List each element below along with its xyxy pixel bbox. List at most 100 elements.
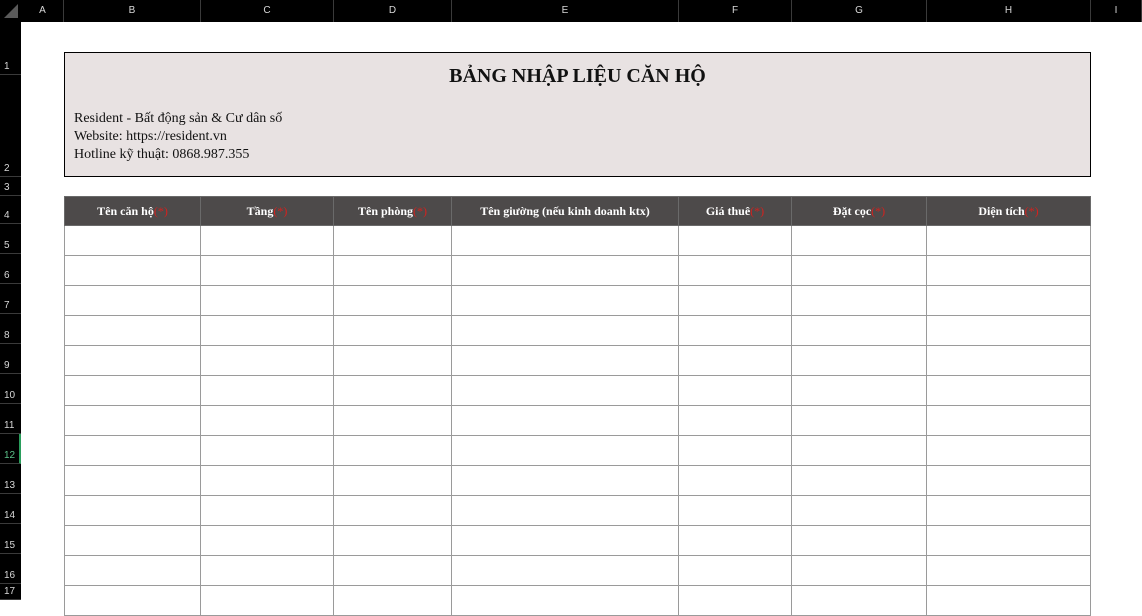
input-cell[interactable] (200, 585, 334, 616)
input-cell[interactable] (333, 225, 452, 256)
column-header-cell[interactable]: Tên phòng(*) (333, 196, 452, 226)
column-header-cell[interactable]: Giá thuê(*) (678, 196, 792, 226)
input-cell[interactable] (926, 435, 1091, 466)
input-cell[interactable] (64, 435, 201, 466)
input-cell[interactable] (64, 345, 201, 376)
input-cell[interactable] (200, 255, 334, 286)
column-header-i[interactable]: I (1091, 0, 1142, 22)
input-cell[interactable] (333, 435, 452, 466)
row-header-4[interactable]: 4 (0, 196, 21, 224)
input-cell[interactable] (451, 255, 679, 286)
input-cell[interactable] (451, 315, 679, 346)
input-cell[interactable] (791, 315, 927, 346)
row-header-15[interactable]: 15 (0, 524, 21, 554)
input-cell[interactable] (678, 435, 792, 466)
input-cell[interactable] (678, 315, 792, 346)
column-header-cell[interactable]: Tên căn hộ(*) (64, 196, 201, 226)
input-cell[interactable] (678, 465, 792, 496)
input-cell[interactable] (678, 255, 792, 286)
row-header-1[interactable]: 1 (0, 52, 21, 75)
input-cell[interactable] (64, 285, 201, 316)
input-cell[interactable] (451, 465, 679, 496)
input-cell[interactable] (200, 555, 334, 586)
input-cell[interactable] (451, 555, 679, 586)
input-cell[interactable] (64, 315, 201, 346)
column-header-e[interactable]: E (452, 0, 679, 22)
column-header-cell[interactable]: Diện tích(*) (926, 196, 1091, 226)
input-cell[interactable] (333, 555, 452, 586)
select-all-corner[interactable] (0, 0, 22, 22)
input-cell[interactable] (926, 225, 1091, 256)
input-cell[interactable] (64, 495, 201, 526)
input-cell[interactable] (791, 375, 927, 406)
input-cell[interactable] (791, 225, 927, 256)
row-header-16[interactable]: 16 (0, 554, 21, 584)
input-cell[interactable] (678, 285, 792, 316)
input-cell[interactable] (200, 435, 334, 466)
row-header-7[interactable]: 7 (0, 284, 21, 314)
input-cell[interactable] (926, 525, 1091, 556)
input-cell[interactable] (791, 465, 927, 496)
input-cell[interactable] (333, 405, 452, 436)
input-cell[interactable] (200, 285, 334, 316)
input-cell[interactable] (64, 405, 201, 436)
input-cell[interactable] (791, 585, 927, 616)
row-header-12[interactable]: 12 (0, 434, 21, 464)
input-cell[interactable] (333, 315, 452, 346)
column-header-cell[interactable]: Tên giường (nếu kinh doanh ktx) (451, 196, 679, 226)
input-cell[interactable] (451, 435, 679, 466)
input-cell[interactable] (451, 525, 679, 556)
input-cell[interactable] (451, 345, 679, 376)
input-cell[interactable] (200, 225, 334, 256)
input-cell[interactable] (64, 225, 201, 256)
input-cell[interactable] (64, 525, 201, 556)
input-cell[interactable] (200, 525, 334, 556)
column-header-a[interactable]: A (22, 0, 64, 22)
input-cell[interactable] (678, 495, 792, 526)
input-cell[interactable] (678, 405, 792, 436)
column-header-b[interactable]: B (64, 0, 201, 22)
input-cell[interactable] (64, 255, 201, 286)
input-cell[interactable] (451, 495, 679, 526)
row-header-3[interactable]: 3 (0, 177, 21, 196)
input-cell[interactable] (200, 405, 334, 436)
input-cell[interactable] (200, 495, 334, 526)
input-cell[interactable] (678, 225, 792, 256)
input-cell[interactable] (451, 225, 679, 256)
input-cell[interactable] (64, 585, 201, 616)
row-header-14[interactable]: 14 (0, 494, 21, 524)
input-cell[interactable] (791, 405, 927, 436)
column-header-d[interactable]: D (334, 0, 452, 22)
input-cell[interactable] (451, 405, 679, 436)
input-cell[interactable] (926, 345, 1091, 376)
row-header-5[interactable]: 5 (0, 224, 21, 254)
input-cell[interactable] (333, 525, 452, 556)
column-header-cell[interactable]: Đặt cọc(*) (791, 196, 927, 226)
column-header-f[interactable]: F (679, 0, 792, 22)
input-cell[interactable] (791, 435, 927, 466)
input-cell[interactable] (451, 375, 679, 406)
input-cell[interactable] (200, 315, 334, 346)
input-cell[interactable] (64, 555, 201, 586)
input-cell[interactable] (926, 465, 1091, 496)
input-cell[interactable] (791, 495, 927, 526)
input-cell[interactable] (200, 345, 334, 376)
column-header-h[interactable]: H (927, 0, 1091, 22)
input-cell[interactable] (791, 345, 927, 376)
input-cell[interactable] (451, 285, 679, 316)
input-cell[interactable] (200, 375, 334, 406)
input-cell[interactable] (926, 495, 1091, 526)
input-cell[interactable] (678, 345, 792, 376)
input-cell[interactable] (451, 585, 679, 616)
row-header-8[interactable]: 8 (0, 314, 21, 344)
row-header-6[interactable]: 6 (0, 254, 21, 284)
row-header-10[interactable]: 10 (0, 374, 21, 404)
column-header-c[interactable]: C (201, 0, 334, 22)
input-cell[interactable] (678, 585, 792, 616)
input-cell[interactable] (678, 555, 792, 586)
input-cell[interactable] (926, 255, 1091, 286)
input-cell[interactable] (333, 375, 452, 406)
column-header-g[interactable]: G (792, 0, 927, 22)
input-cell[interactable] (926, 555, 1091, 586)
input-cell[interactable] (926, 315, 1091, 346)
